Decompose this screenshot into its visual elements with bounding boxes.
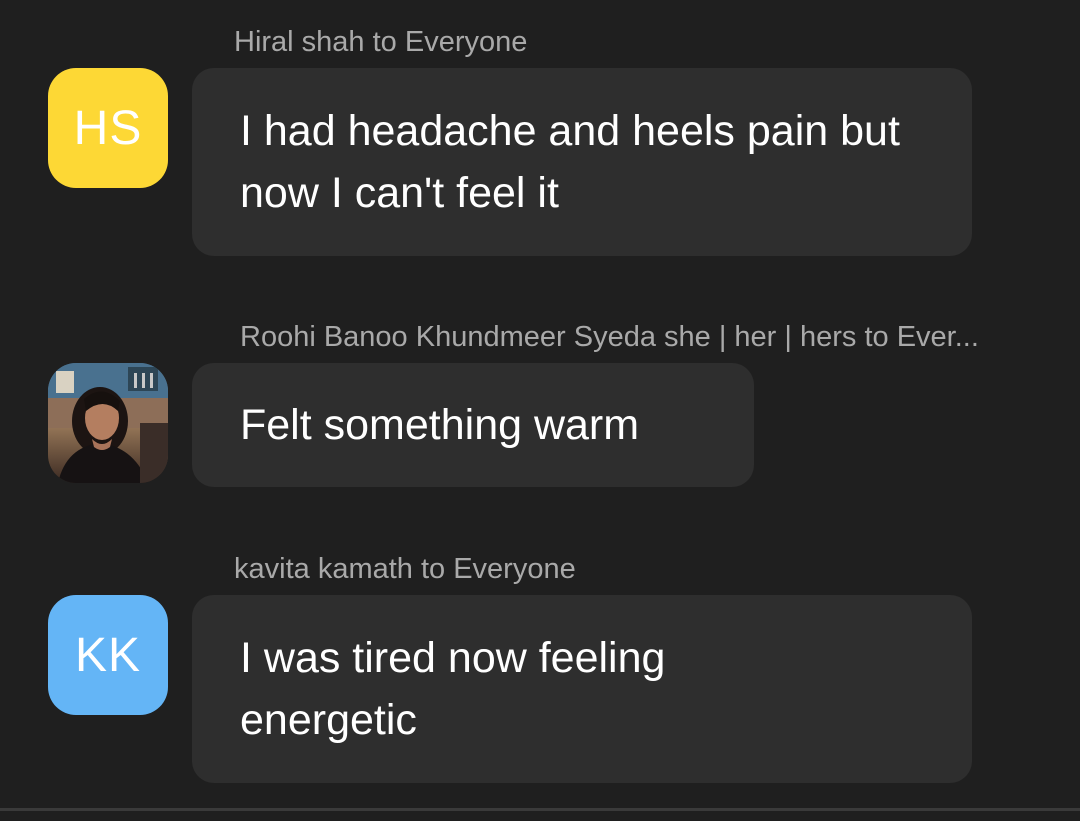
message-bubble[interactable]: I had headache and heels pain but now I … — [192, 68, 972, 256]
avatar-initials: HS — [73, 101, 143, 155]
message-sender: Hiral shah to Everyone — [234, 26, 528, 58]
message-text: Felt something warm — [240, 401, 640, 449]
chat-panel[interactable]: Hiral shah to Everyone HS I had headache… — [0, 0, 1080, 821]
avatar-roohi-banoo-photo[interactable] — [48, 363, 168, 483]
message-bubble[interactable]: I was tired now feeling energetic — [192, 595, 972, 783]
profile-photo — [48, 363, 168, 483]
avatar-hiral-shah[interactable]: HS — [48, 68, 168, 188]
message-text: I had headache and heels pain but now I … — [240, 107, 900, 217]
avatar-initials: KK — [74, 628, 142, 682]
message-sender: kavita kamath to Everyone — [234, 553, 576, 585]
message-text: I was tired now feeling energetic — [240, 634, 666, 744]
avatar-kavita-kamath[interactable]: KK — [48, 595, 168, 715]
divider — [0, 808, 1080, 811]
message-bubble[interactable]: Felt something warm — [192, 363, 754, 487]
message-sender: Roohi Banoo Khundmeer Syeda she | her | … — [240, 321, 979, 353]
